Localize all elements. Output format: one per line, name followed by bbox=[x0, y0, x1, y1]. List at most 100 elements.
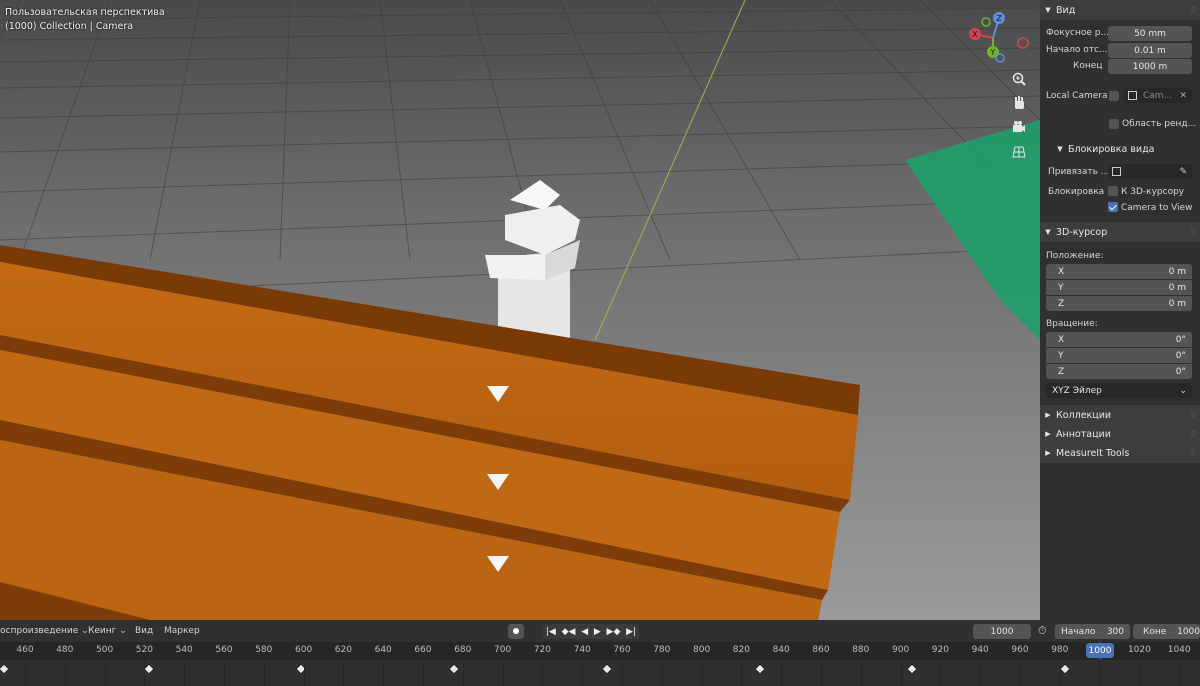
cursor-rotation-y[interactable]: Y 0° bbox=[1046, 348, 1192, 363]
ruler-tick-label: 760 bbox=[613, 645, 631, 655]
ruler-tick-label: 620 bbox=[334, 645, 352, 655]
cursor-rotation-x[interactable]: X 0° bbox=[1046, 332, 1192, 347]
panel-view-header[interactable]: ▼ Вид ⠿ bbox=[1040, 0, 1200, 20]
ruler-grid-line bbox=[503, 660, 504, 686]
timeline-header: Воспроизведение ⌄ Кеинг ⌄ Вид Маркер |◀ … bbox=[0, 620, 1200, 642]
ruler-tick-label: 500 bbox=[96, 645, 114, 655]
ruler-grid-line bbox=[144, 660, 145, 686]
ruler-tick-label: 480 bbox=[56, 645, 74, 655]
rotation-label: Вращение: bbox=[1046, 319, 1098, 329]
keyframe-diamond[interactable] bbox=[448, 663, 460, 675]
ruler-tick-label: 660 bbox=[414, 645, 432, 655]
ruler-tick-label: 460 bbox=[16, 645, 34, 655]
record-icon bbox=[513, 628, 519, 634]
view-lock-subpanel-header[interactable]: ▼ Блокировка вида bbox=[1040, 139, 1200, 159]
navigation-gizmo[interactable]: Z X Y bbox=[965, 10, 1035, 66]
end-frame-field[interactable]: Коне 1000 bbox=[1133, 624, 1200, 639]
record-button[interactable] bbox=[508, 624, 524, 639]
ruler-grid-line bbox=[463, 660, 464, 686]
keyframe-diamond[interactable] bbox=[143, 663, 156, 675]
ruler-grid-line bbox=[662, 660, 663, 686]
grid-ortho-icon[interactable] bbox=[1012, 145, 1032, 165]
ruler-tick-label: 600 bbox=[295, 645, 313, 655]
panel-measureit-header[interactable]: ▶ MeasureIt Tools ⠿ bbox=[1040, 443, 1200, 463]
ruler-grid-line bbox=[343, 660, 344, 686]
scene-render bbox=[0, 0, 1040, 620]
start-frame-field[interactable]: Начало 300 bbox=[1055, 624, 1130, 639]
panel-collections-header[interactable]: ▶ Коллекции ⠿ bbox=[1040, 405, 1200, 425]
ruler-grid-line bbox=[741, 660, 742, 686]
play-icon[interactable]: ▶ bbox=[594, 627, 601, 637]
local-camera-checkbox[interactable] bbox=[1109, 91, 1119, 101]
rotation-mode-dropdown[interactable]: XYZ Эйлер ⌄ bbox=[1046, 383, 1192, 398]
clip-start-field[interactable]: 0.01 m bbox=[1108, 43, 1192, 58]
ruler-tick-label: 1040 bbox=[1167, 645, 1191, 655]
local-camera-object-field[interactable]: Cam... ✕ bbox=[1124, 88, 1192, 103]
jump-start-icon[interactable]: |◀ bbox=[546, 627, 556, 637]
ruler-tick-label: 740 bbox=[573, 645, 591, 655]
ruler-tick-label: 640 bbox=[374, 645, 392, 655]
gizmo-z-label: Z bbox=[996, 14, 1002, 23]
eyedropper-icon[interactable]: ✎ bbox=[1179, 167, 1187, 177]
ruler-grid-line bbox=[702, 660, 703, 686]
ruler-grid-line bbox=[304, 660, 305, 686]
keyframe-diamond[interactable] bbox=[601, 663, 613, 675]
lock-to-object-label: Привязать ... bbox=[1048, 167, 1110, 177]
view-menu[interactable]: Вид bbox=[135, 626, 153, 636]
drag-handle-icon[interactable]: ⠿ bbox=[1190, 449, 1196, 458]
keyframe-diamond[interactable] bbox=[754, 663, 766, 675]
ruler-tick-label: 920 bbox=[931, 645, 949, 655]
keying-menu[interactable]: Кеинг ⌄ bbox=[88, 626, 127, 636]
zoom-icon[interactable] bbox=[1012, 72, 1032, 92]
3d-viewport[interactable]: Пользовательская перспектива (1000) Coll… bbox=[0, 0, 1040, 620]
drag-handle-icon[interactable]: ⠿ bbox=[1190, 411, 1196, 420]
panel-collapsed-icon: ▶ bbox=[1045, 430, 1051, 438]
ruler-tick-label: 900 bbox=[892, 645, 910, 655]
camera-view-icon[interactable] bbox=[1012, 120, 1032, 140]
drag-handle-icon[interactable]: ⠿ bbox=[1190, 430, 1196, 439]
focal-length-field[interactable]: 50 mm bbox=[1108, 26, 1192, 41]
prev-keyframe-icon[interactable]: ◆◀ bbox=[562, 627, 576, 637]
camera-to-view-checkbox[interactable] bbox=[1108, 202, 1118, 212]
ruler-grid-line bbox=[1020, 660, 1021, 686]
cursor-location-x[interactable]: X0 m bbox=[1046, 264, 1192, 279]
frame-ruler[interactable]: 460 480 500 520 540 560 580 600 620 640 660 680 700 7… bbox=[0, 642, 1200, 660]
cursor-location-z[interactable]: Z0 m bbox=[1046, 296, 1192, 311]
ruler-grid-line bbox=[25, 660, 26, 686]
cursor-location-y[interactable]: Y0 m bbox=[1046, 280, 1192, 295]
chevron-down-icon: ⌄ bbox=[1179, 385, 1187, 396]
panel-annotations-header[interactable]: ▶ Аннотации ⠿ bbox=[1040, 424, 1200, 444]
lock-to-object-field[interactable]: ✎ bbox=[1108, 164, 1192, 179]
hand-pan-icon[interactable] bbox=[1012, 96, 1032, 116]
clip-end-label: Конец bbox=[1073, 61, 1103, 71]
playhead-frame-indicator[interactable]: 1000 bbox=[1086, 643, 1114, 658]
ruler-tick-label: 860 bbox=[812, 645, 830, 655]
render-region-checkbox[interactable] bbox=[1109, 119, 1119, 129]
ruler-tick-label: 700 bbox=[494, 645, 512, 655]
drag-handle-icon[interactable]: ⠿ bbox=[1190, 6, 1196, 15]
keyframe-diamond[interactable] bbox=[0, 663, 10, 675]
playback-menu[interactable]: Воспроизведение ⌄ bbox=[0, 626, 89, 636]
drag-handle-icon[interactable]: ⠿ bbox=[1190, 228, 1196, 237]
ruler-grid-line bbox=[821, 660, 822, 686]
panel-collapsed-icon: ▶ bbox=[1045, 449, 1051, 457]
ruler-grid-line bbox=[622, 660, 623, 686]
clear-x-icon[interactable]: ✕ bbox=[1179, 91, 1187, 101]
stopwatch-icon[interactable]: ⏱ bbox=[1038, 624, 1047, 638]
play-reverse-icon[interactable]: ◀ bbox=[581, 627, 588, 637]
clip-end-field[interactable]: 1000 m bbox=[1108, 59, 1192, 74]
timeline-editor: Воспроизведение ⌄ Кеинг ⌄ Вид Маркер |◀ … bbox=[0, 620, 1200, 686]
ruler-grid-line bbox=[65, 660, 66, 686]
marker-menu[interactable]: Маркер bbox=[164, 626, 200, 636]
ruler-grid-line bbox=[1179, 660, 1180, 686]
ruler-grid-line bbox=[1139, 660, 1140, 686]
panel-3d-cursor-header[interactable]: ▼ 3D-курсор ⠿ bbox=[1040, 222, 1200, 242]
keyframe-diamond[interactable] bbox=[905, 663, 918, 675]
next-keyframe-icon[interactable]: ▶◆ bbox=[607, 627, 621, 637]
current-frame-field[interactable]: 1000 bbox=[973, 624, 1031, 639]
cursor-rotation-z[interactable]: Z 0° bbox=[1046, 364, 1192, 379]
jump-end-icon[interactable]: ▶| bbox=[626, 627, 636, 637]
ruler-grid-line bbox=[861, 660, 862, 686]
camera-object-icon bbox=[1128, 91, 1137, 100]
lock-to-cursor-checkbox[interactable] bbox=[1108, 186, 1118, 196]
